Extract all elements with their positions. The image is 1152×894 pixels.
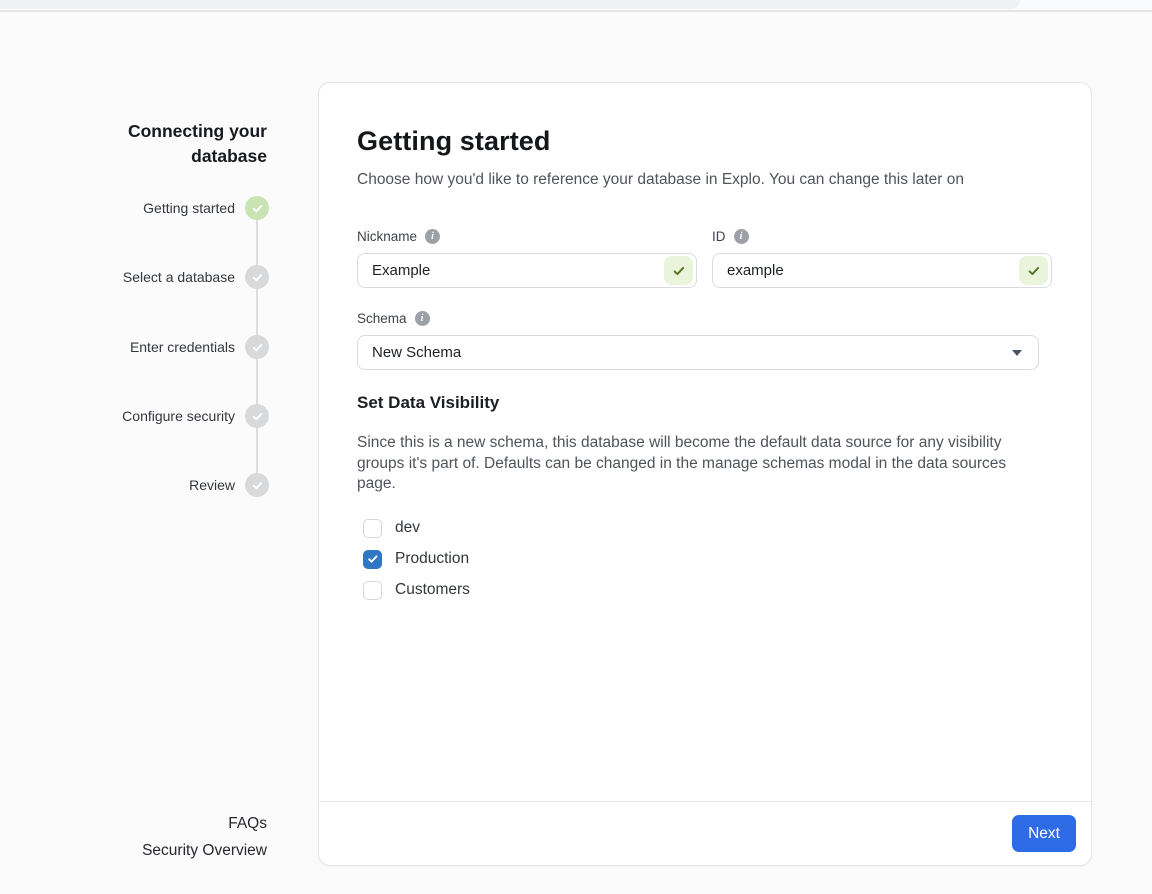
step-getting-started[interactable]: Getting started (143, 196, 269, 220)
step-label: Select a database (123, 269, 235, 285)
name-fields-row: Nickname i ID i (357, 229, 1052, 288)
info-icon[interactable]: i (415, 311, 430, 326)
valid-check-icon (664, 256, 693, 285)
nickname-label: Nickname i (357, 229, 697, 244)
check-circle-icon (245, 196, 269, 220)
getting-started-card: Getting started Choose how you'd like to… (318, 82, 1092, 866)
card-footer: Next (319, 801, 1091, 865)
group-label: Customers (395, 581, 470, 599)
check-circle-icon (245, 404, 269, 428)
sidebar-links: FAQs Security Overview (142, 811, 267, 864)
schema-label-text: Schema (357, 311, 407, 326)
step-enter-credentials[interactable]: Enter credentials (130, 335, 269, 359)
nickname-label-text: Nickname (357, 229, 417, 244)
checkbox-customers[interactable] (363, 581, 382, 600)
valid-check-icon (1019, 256, 1048, 285)
wizard-title: Connecting your database (115, 119, 267, 169)
check-circle-icon (245, 265, 269, 289)
card-body: Getting started Choose how you'd like to… (319, 83, 1091, 802)
data-visibility-heading: Set Data Visibility (357, 393, 1052, 413)
step-label: Review (189, 477, 235, 493)
id-field-group: ID i (712, 229, 1052, 288)
schema-selected-value: New Schema (372, 344, 461, 361)
id-input[interactable] (713, 254, 1019, 287)
wizard-sidebar: Connecting your database Getting started… (0, 0, 300, 894)
data-visibility-description: Since this is a new schema, this databas… (357, 433, 1049, 495)
info-icon[interactable]: i (734, 229, 749, 244)
faqs-link[interactable]: FAQs (142, 811, 267, 838)
group-label: Production (395, 550, 469, 568)
info-icon[interactable]: i (425, 229, 440, 244)
id-label: ID i (712, 229, 1052, 244)
page-subtitle: Choose how you'd like to reference your … (357, 170, 1052, 190)
step-label: Configure security (122, 408, 235, 424)
check-circle-icon (245, 335, 269, 359)
checkbox-dev[interactable] (363, 519, 382, 538)
visibility-group-list: dev Production Customers (357, 518, 1052, 601)
step-review[interactable]: Review (189, 473, 269, 497)
check-circle-icon (245, 473, 269, 497)
id-input-box (712, 253, 1052, 288)
visibility-group-dev[interactable]: dev (363, 518, 1052, 539)
nickname-input[interactable] (358, 254, 664, 287)
step-configure-security[interactable]: Configure security (122, 404, 269, 428)
nickname-input-box (357, 253, 697, 288)
visibility-group-customers[interactable]: Customers (363, 580, 1052, 601)
next-button[interactable]: Next (1012, 815, 1076, 852)
group-label: dev (395, 519, 420, 537)
id-label-text: ID (712, 229, 726, 244)
visibility-group-production[interactable]: Production (363, 549, 1052, 570)
step-select-database[interactable]: Select a database (123, 265, 269, 289)
nickname-field-group: Nickname i (357, 229, 697, 288)
step-label: Getting started (143, 200, 235, 216)
schema-select[interactable]: New Schema (357, 335, 1039, 370)
security-overview-link[interactable]: Security Overview (142, 838, 267, 865)
chevron-down-icon (1012, 350, 1022, 356)
step-label: Enter credentials (130, 339, 235, 355)
page-title: Getting started (357, 125, 1052, 157)
checkbox-production[interactable] (363, 550, 382, 569)
schema-label: Schema i (357, 311, 1052, 326)
